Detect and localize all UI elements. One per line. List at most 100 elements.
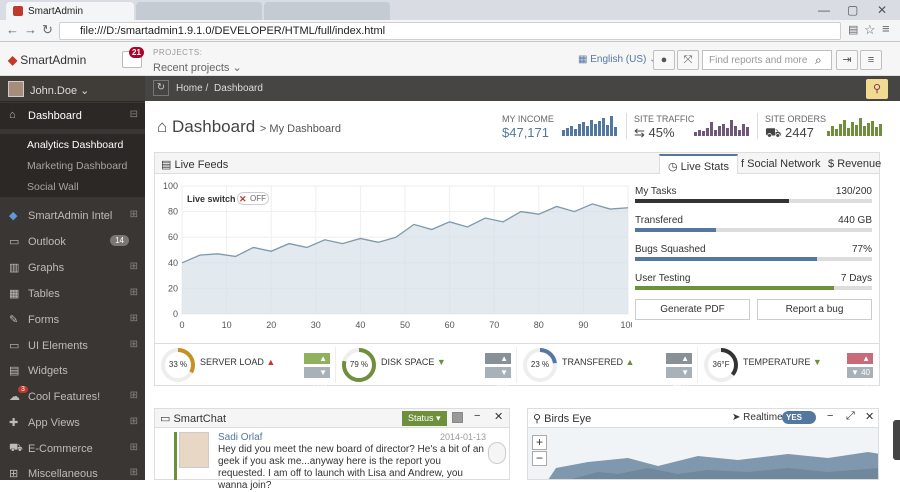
sparkline-bar: [602, 118, 605, 136]
minimize-widget-icon[interactable]: −: [827, 410, 833, 422]
logo-icon: ◆: [8, 53, 18, 67]
x-tick-label: 30: [311, 320, 321, 330]
sparkline-bar: [722, 124, 725, 136]
expand-widget-icon[interactable]: ⤢: [846, 410, 855, 423]
page-subtitle: > My Dashboard: [259, 123, 341, 135]
menu-icon[interactable]: ≡: [882, 21, 890, 36]
realtime-toggle[interactable]: YES: [782, 411, 816, 424]
x-tick-label: 70: [489, 320, 499, 330]
sidebar-item-label: Graphs: [28, 262, 65, 274]
cart-icon: ⛟: [765, 125, 782, 140]
sidebar-subitem-social-wall[interactable]: Social Wall: [0, 176, 145, 197]
income-sparkline: [562, 116, 617, 136]
close-widget-icon[interactable]: ✕: [494, 410, 503, 423]
y-tick-label: 20: [168, 283, 178, 293]
search-icon[interactable]: ⌕: [815, 53, 822, 68]
gauge-label: TRANSFERED ▲: [562, 357, 634, 367]
task-progress-fill: [635, 199, 790, 203]
browser-tab[interactable]: [136, 2, 262, 20]
user-name[interactable]: John.Doe ⌄: [30, 84, 89, 97]
sidebar-item-smartadmin-intel[interactable]: ◆ SmartAdmin Intel ⊞: [0, 203, 145, 229]
back-icon[interactable]: ←: [6, 22, 19, 37]
sidebar-subitem-marketing[interactable]: Marketing Dashboard: [0, 155, 145, 176]
sidebar-item-ecommerce[interactable]: ⛟ E-Commerce ⊞: [0, 436, 145, 462]
maximize-icon[interactable]: ▢: [847, 3, 858, 17]
collapse-menu-button[interactable]: ≡: [860, 50, 882, 70]
trend-arrow-icon: ▲: [266, 357, 276, 367]
minimize-widget-icon[interactable]: −: [474, 410, 480, 422]
voice-command-button[interactable]: ●: [653, 50, 675, 70]
chat-sender[interactable]: Sadi Orlaf: [218, 432, 262, 443]
live-feeds-title: ▤ Live Feeds: [161, 158, 228, 171]
logo[interactable]: ◆ SmartAdmin: [8, 53, 86, 67]
x-tick-label: 20: [266, 320, 276, 330]
breadcrumb-home[interactable]: Home: [176, 83, 203, 94]
chat-scroll-handle[interactable]: [488, 442, 506, 464]
minimize-icon[interactable]: —: [818, 3, 830, 17]
sidebar-item-graphs[interactable]: ▥ Graphs ⊞: [0, 255, 145, 281]
toggle-state: YES: [786, 413, 803, 422]
reload-icon[interactable]: ↻: [42, 22, 53, 38]
status-dropdown[interactable]: Status ▾: [402, 411, 447, 426]
url-input[interactable]: file:///D:/smartadmin1.9.1.0/DEVELOPER/H…: [59, 22, 841, 40]
bookmark-star-icon[interactable]: ☆: [864, 22, 876, 38]
avatar: [8, 81, 24, 97]
color-picker-button[interactable]: [452, 412, 463, 423]
app-favicon-icon: [13, 6, 23, 16]
close-widget-icon[interactable]: ✕: [865, 410, 874, 423]
refresh-button[interactable]: ↻: [153, 80, 169, 96]
ribbon-shortcut-button[interactable]: ⚲: [866, 79, 888, 99]
cube-icon: ◆: [9, 210, 18, 222]
sparkline-bar: [594, 124, 597, 136]
report-bug-button[interactable]: Report a bug: [757, 299, 872, 320]
translate-icon[interactable]: ▤: [848, 23, 858, 36]
divider: [757, 113, 758, 139]
zoom-out-button[interactable]: −: [532, 451, 547, 466]
search-input[interactable]: Find reports and more: [702, 50, 832, 70]
puzzle-icon: ✚: [9, 417, 19, 429]
close-window-icon[interactable]: ✕: [877, 3, 887, 17]
realtime-label: ➤ Realtime: [732, 412, 783, 423]
sparkline-bar: [574, 129, 577, 136]
task-progress-fill: [635, 228, 716, 232]
logout-button[interactable]: ⇥: [836, 50, 858, 70]
expand-icon: ⊞: [129, 209, 138, 220]
gauge-label: DISK SPACE ▼: [381, 357, 446, 367]
edit-icon: ✎: [9, 314, 19, 326]
sidebar-subitem-analytics[interactable]: Analytics Dashboard: [0, 134, 145, 155]
browser-tab-active[interactable]: SmartAdmin: [6, 2, 134, 20]
sidebar-item-tables[interactable]: ▦ Tables ⊞: [0, 281, 145, 307]
tab-live-stats[interactable]: ◷ Live Stats: [659, 154, 738, 174]
projects-dropdown[interactable]: Recent projects ⌄: [153, 61, 242, 74]
sidebar-item-outlook[interactable]: ▭ Outlook 14: [0, 229, 145, 255]
sidebar-item-miscellaneous[interactable]: ⊞ Miscellaneous ⊞: [0, 461, 145, 487]
sidebar-item-app-views[interactable]: ✚ App Views ⊞: [0, 410, 145, 436]
refresh-icon: ↻: [156, 82, 166, 93]
browser-tab[interactable]: [264, 2, 390, 20]
sidebar-item-dashboard[interactable]: ⌂ Dashboard ⊟: [0, 103, 145, 129]
sidebar-item-label: E-Commerce: [28, 443, 93, 455]
sidebar-item-ui-elements[interactable]: ▭ UI Elements ⊞: [0, 333, 145, 359]
tab-revenue[interactable]: $ Revenue: [820, 154, 889, 174]
sparkline-bar: [734, 126, 737, 136]
sidebar-item-cool-features[interactable]: ☁ 3 Cool Features! ⊞: [0, 384, 145, 410]
sparkline-bar: [614, 127, 617, 136]
sidebar-item-widgets[interactable]: ▤ Widgets: [0, 358, 145, 384]
clock-icon: ◷: [668, 161, 678, 173]
sparkline-bar: [871, 121, 874, 136]
generate-pdf-button[interactable]: Generate PDF: [635, 299, 750, 320]
map-area[interactable]: [527, 428, 879, 480]
zoom-in-button[interactable]: +: [532, 435, 547, 450]
expand-icon: ⊞: [129, 416, 138, 427]
sparkline-bar: [835, 129, 838, 136]
side-scroll-handle[interactable]: [893, 420, 900, 460]
fullscreen-button[interactable]: ⤧: [677, 50, 699, 70]
language-selector[interactable]: ▦ English (US) ⌄: [578, 54, 658, 65]
tab-social-network[interactable]: f Social Network: [733, 154, 828, 174]
gauge-value: 79 %: [349, 360, 369, 369]
expand-icon: ⊞: [129, 339, 138, 350]
projects-value: Recent projects: [153, 62, 230, 74]
sidebar-item-forms[interactable]: ✎ Forms ⊞: [0, 307, 145, 333]
live-switch-label: Live switch: [187, 194, 236, 204]
forward-icon[interactable]: →: [24, 22, 37, 37]
